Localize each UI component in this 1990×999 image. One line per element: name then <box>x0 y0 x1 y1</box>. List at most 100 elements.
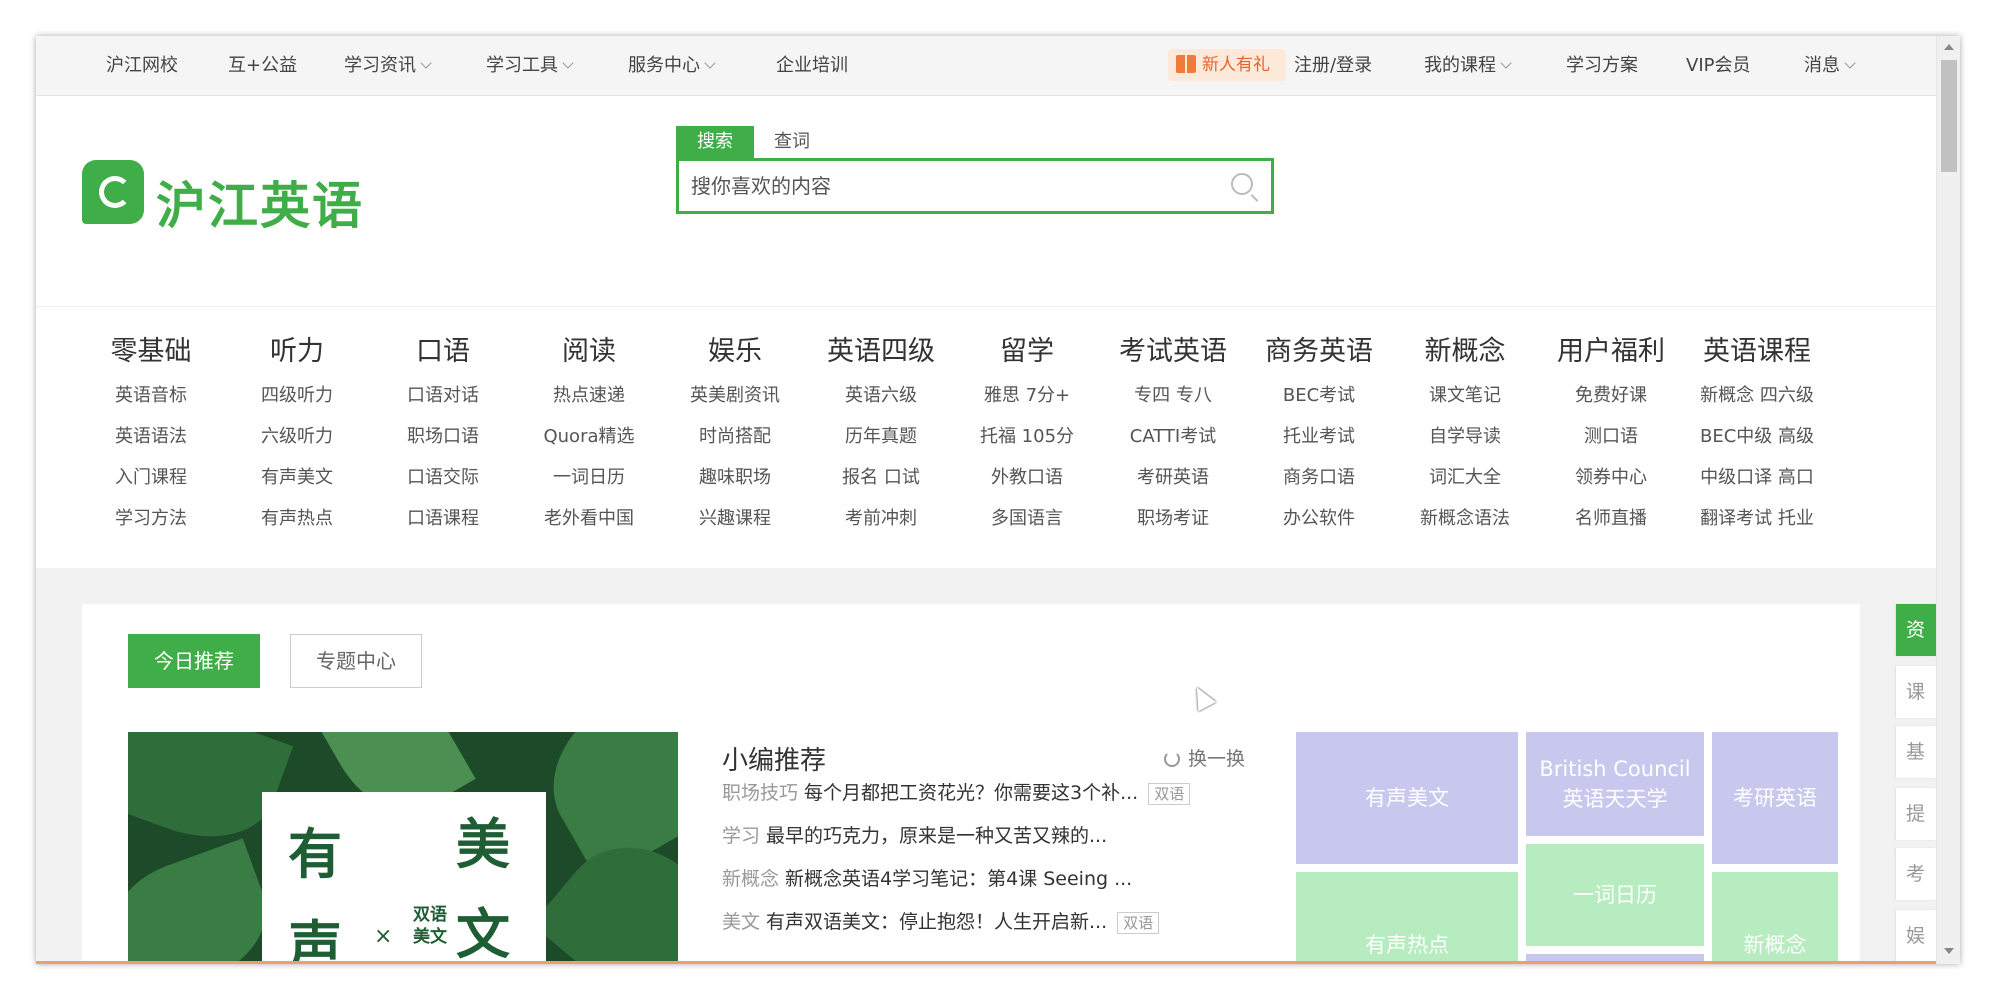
tile-postgrad-english[interactable]: 考研英语 <box>1712 732 1838 864</box>
category-link[interactable]: 托业考试 <box>1244 416 1394 457</box>
category-heading[interactable]: 商务英语 <box>1244 329 1394 375</box>
new-user-gift-badge[interactable]: 新人有礼 <box>1168 49 1286 81</box>
category-link[interactable]: 自学导读 <box>1390 416 1540 457</box>
login-register-link[interactable]: 注册/登录 <box>1294 36 1372 96</box>
category-link[interactable]: CATTI考试 <box>1098 416 1248 457</box>
category-link[interactable]: 考前冲刺 <box>806 498 956 539</box>
category-link[interactable]: 英美剧资讯 <box>660 375 810 416</box>
category-heading[interactable]: 听力 <box>222 329 372 375</box>
category-link[interactable]: 热点速递 <box>514 375 664 416</box>
category-link[interactable]: 四级听力 <box>222 375 372 416</box>
category-link[interactable]: 商务口语 <box>1244 457 1394 498</box>
list-item[interactable]: 新概念 新概念英语4学习笔记：第4课 Seeing ... <box>722 864 1262 894</box>
scroll-up-arrow-icon[interactable] <box>1944 44 1954 50</box>
category-link[interactable]: 口语课程 <box>368 498 518 539</box>
category-link[interactable]: 翻译考试 托业 <box>1682 498 1832 539</box>
site-logo[interactable]: 沪江英语 <box>82 160 372 238</box>
tile-new-concept[interactable]: 新概念 <box>1712 872 1838 964</box>
scroll-down-arrow-icon[interactable] <box>1944 948 1954 954</box>
category-link[interactable]: 职场考证 <box>1098 498 1248 539</box>
category-link[interactable]: 兴趣课程 <box>660 498 810 539</box>
side-tab-basics[interactable]: 基 <box>1896 726 1936 778</box>
category-link[interactable]: 报名 口试 <box>806 457 956 498</box>
category-heading[interactable]: 口语 <box>368 329 518 375</box>
category-link[interactable]: 有声美文 <box>222 457 372 498</box>
category-link[interactable]: 外教口语 <box>952 457 1102 498</box>
category-link[interactable]: 领券中心 <box>1536 457 1686 498</box>
category-link[interactable]: 学习方法 <box>76 498 226 539</box>
tab-today-recommend[interactable]: 今日推荐 <box>128 634 260 688</box>
category-link[interactable]: 口语交际 <box>368 457 518 498</box>
category-heading[interactable]: 零基础 <box>76 329 226 375</box>
search-input[interactable] <box>691 161 1211 211</box>
category-link[interactable]: 免费好课 <box>1536 375 1686 416</box>
list-item[interactable]: 美文 有声双语美文：停止抱怨！人生开启新... 双语 <box>722 907 1262 937</box>
category-link[interactable]: 多国语言 <box>952 498 1102 539</box>
refresh-button[interactable]: 换一换 <box>1164 744 1245 771</box>
category-heading[interactable]: 英语四级 <box>806 329 956 375</box>
tile-audio-hot[interactable]: 有声热点 <box>1296 872 1518 964</box>
category-link[interactable]: 老外看中国 <box>514 498 664 539</box>
category-link[interactable]: 英语语法 <box>76 416 226 457</box>
nav-my-courses[interactable]: 我的课程 <box>1424 36 1512 96</box>
category-link[interactable]: Quora精选 <box>514 416 664 457</box>
vertical-scrollbar[interactable] <box>1936 36 1960 964</box>
tab-topic-center[interactable]: 专题中心 <box>290 634 422 688</box>
nav-messages[interactable]: 消息 <box>1804 36 1856 96</box>
list-item[interactable]: 学习 最早的巧克力，原来是一种又苦又辣的... <box>722 821 1262 851</box>
category-link[interactable]: 专四 专八 <box>1098 375 1248 416</box>
nav-study-news[interactable]: 学习资讯 <box>344 36 432 96</box>
category-heading[interactable]: 娱乐 <box>660 329 810 375</box>
side-tab-entertainment[interactable]: 娱 <box>1896 910 1936 962</box>
category-link[interactable]: 六级听力 <box>222 416 372 457</box>
nav-study-tools[interactable]: 学习工具 <box>486 36 574 96</box>
category-heading[interactable]: 阅读 <box>514 329 664 375</box>
category-link[interactable]: 入门课程 <box>76 457 226 498</box>
tab-dictionary[interactable]: 查词 <box>774 126 810 158</box>
side-tab-news[interactable]: 资 <box>1896 604 1936 656</box>
category-link[interactable]: 托福 105分 <box>952 416 1102 457</box>
nav-vip[interactable]: VIP会员 <box>1686 36 1750 96</box>
category-link[interactable]: BEC考试 <box>1244 375 1394 416</box>
nav-charity[interactable]: 互+公益 <box>228 36 297 96</box>
category-heading[interactable]: 考试英语 <box>1098 329 1248 375</box>
tile-word-calendar[interactable]: 一词日历 <box>1526 844 1704 946</box>
tab-search[interactable]: 搜索 <box>676 126 754 158</box>
side-tab-improve[interactable]: 提 <box>1896 788 1936 840</box>
scroll-thumb[interactable] <box>1941 60 1957 172</box>
category-link[interactable]: 时尚搭配 <box>660 416 810 457</box>
category-link[interactable]: 口语对话 <box>368 375 518 416</box>
category-link[interactable]: 新概念 四六级 <box>1682 375 1832 416</box>
category-heading[interactable]: 新概念 <box>1390 329 1540 375</box>
category-link[interactable]: 职场口语 <box>368 416 518 457</box>
search-icon[interactable] <box>1231 173 1253 195</box>
category-link[interactable]: 名师直播 <box>1536 498 1686 539</box>
category-link[interactable]: 英语六级 <box>806 375 956 416</box>
category-link[interactable]: 办公软件 <box>1244 498 1394 539</box>
category-heading[interactable]: 留学 <box>952 329 1102 375</box>
category-heading[interactable]: 用户福利 <box>1536 329 1686 375</box>
category-link[interactable]: 课文笔记 <box>1390 375 1540 416</box>
category-link[interactable]: 历年真题 <box>806 416 956 457</box>
featured-image[interactable]: 有 美 声 文 × 双语 美文 <box>128 732 678 964</box>
category-link[interactable]: 新概念语法 <box>1390 498 1540 539</box>
nav-hujiang-school[interactable]: 沪江网校 <box>106 36 178 96</box>
category-heading[interactable]: 英语课程 <box>1682 329 1832 375</box>
nav-enterprise-training[interactable]: 企业培训 <box>776 36 848 96</box>
category-link[interactable]: 有声热点 <box>222 498 372 539</box>
category-link[interactable]: BEC中级 高级 <box>1682 416 1832 457</box>
tile-british-council[interactable]: British Council 英语天天学 <box>1526 732 1704 836</box>
side-tab-courses[interactable]: 课 <box>1896 666 1936 718</box>
side-tab-exams[interactable]: 考 <box>1896 848 1936 900</box>
category-link[interactable]: 词汇大全 <box>1390 457 1540 498</box>
category-link[interactable]: 考研英语 <box>1098 457 1248 498</box>
category-link[interactable]: 中级口译 高口 <box>1682 457 1832 498</box>
tile-audio-essays[interactable]: 有声美文 <box>1296 732 1518 864</box>
category-link[interactable]: 雅思 7分+ <box>952 375 1102 416</box>
category-link[interactable]: 趣味职场 <box>660 457 810 498</box>
list-item[interactable]: 职场技巧 每个月都把工资花光？你需要这3个补... 双语 <box>722 778 1262 808</box>
nav-study-plan[interactable]: 学习方案 <box>1566 36 1638 96</box>
category-link[interactable]: 英语音标 <box>76 375 226 416</box>
category-link[interactable]: 测口语 <box>1536 416 1686 457</box>
category-link[interactable]: 一词日历 <box>514 457 664 498</box>
